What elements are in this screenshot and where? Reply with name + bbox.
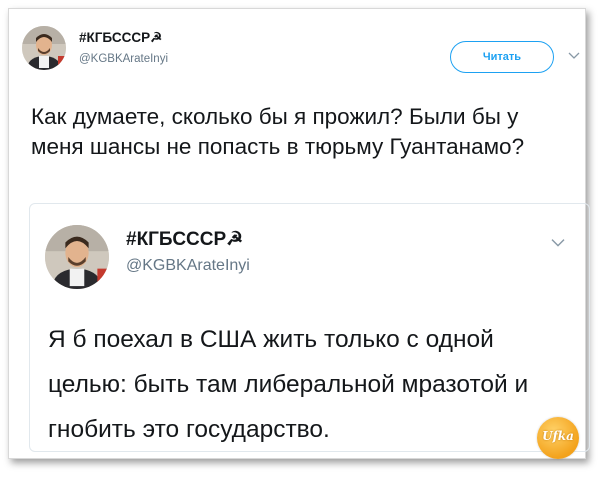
avatar[interactable] [45,225,109,289]
tweet-card: #КГБСССР☭ @KGBKArateInyi Читать Как дума… [8,8,590,459]
quoted-handle[interactable]: @KGBKArateInyi [126,257,250,275]
quoted-display-name[interactable]: #КГБСССР☭ [126,228,243,251]
avatar-image [22,26,66,70]
follow-button[interactable]: Читать [450,41,554,73]
handle[interactable]: @KGBKArateInyi [79,53,168,65]
tweet-text: Как думаете, сколько бы я прожил? Были б… [31,104,525,159]
watermark-label: Ufka [542,429,574,443]
quoted-tweet-text: Я б поехал в США жить только с одной цел… [48,326,529,443]
chevron-down-icon[interactable] [567,50,581,60]
chevron-down-icon[interactable] [549,236,567,248]
watermark-logo: Ufka [537,417,579,459]
avatar-image [45,225,109,289]
display-name[interactable]: #КГБСССР☭ [79,30,162,46]
quoted-tweet[interactable]: #КГБСССР☭ @KGBKArateInyi Я б поехал в СШ… [29,203,590,452]
avatar[interactable] [22,26,66,70]
